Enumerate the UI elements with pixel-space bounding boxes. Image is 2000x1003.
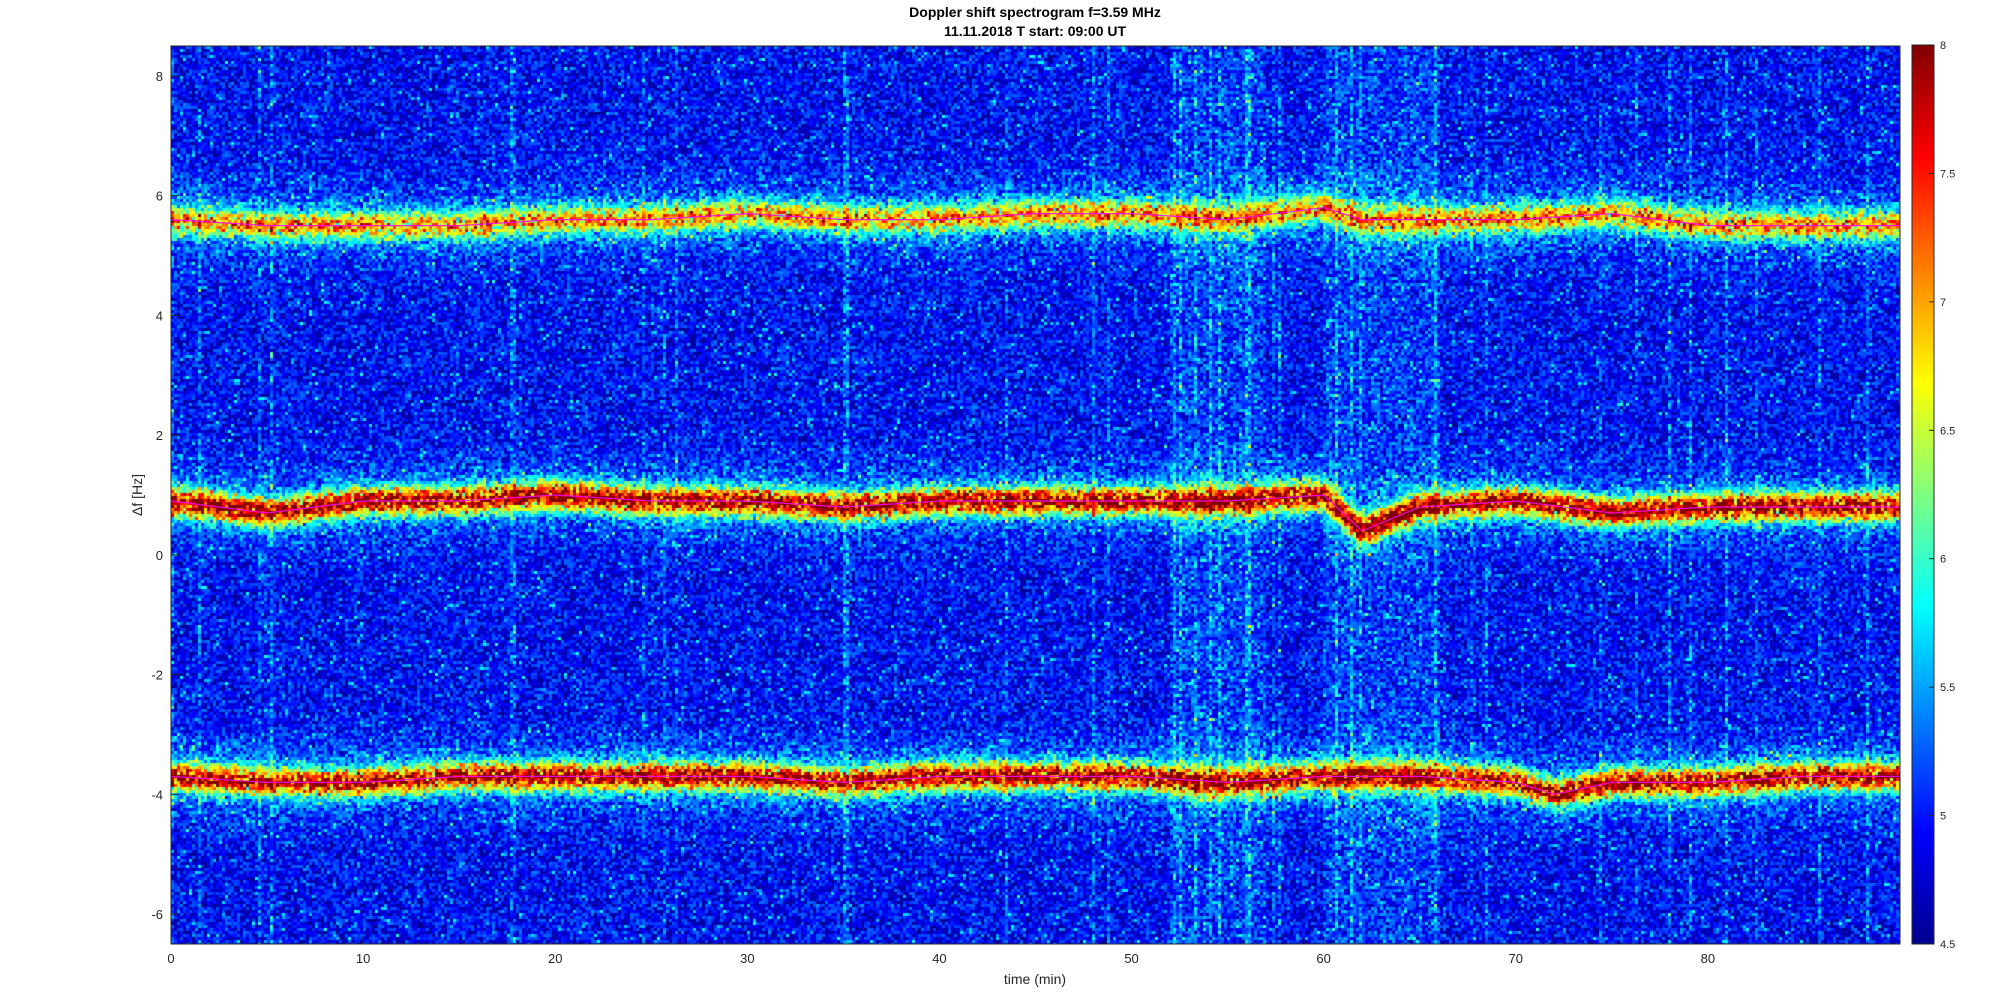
x-axis-label: time (min) [1004,971,1066,987]
figure: Doppler shift spectrogram f=3.59 MHz 11.… [0,0,2000,1003]
colorbar-tick-label: 6 [1940,554,1946,566]
x-tick-label: 0 [167,951,174,966]
colorbar-tick-label: 6.5 [1940,425,1955,437]
x-tick-label: 30 [740,951,754,966]
chart-title: Doppler shift spectrogram f=3.59 MHz [909,4,1161,20]
y-tick-label: -6 [151,907,163,922]
y-tick-label: -2 [151,668,163,683]
y-tick-label: -4 [151,787,163,802]
colorbar-ticks: 4.5 5 5.5 6 6.5 7 7.5 8 [1929,40,1955,951]
colorbar [1911,44,1935,945]
x-tick-label: 70 [1509,951,1523,966]
colorbar-tick-label: 4.5 [1940,939,1955,951]
chart-subtitle: 11.11.2018 T start: 09:00 UT [943,23,1127,39]
y-tick-label: 6 [156,189,163,204]
plot-area [171,46,1900,944]
x-tick-label: 10 [356,951,370,966]
y-tick-label: 0 [156,548,163,563]
colorbar-tick-label: 8 [1940,40,1946,52]
y-axis-label: Δf [Hz] [129,474,145,516]
y-tick-label: 8 [156,69,163,84]
x-tick-label: 60 [1316,951,1330,966]
x-tick-label: 40 [932,951,946,966]
x-tick-label: 20 [548,951,562,966]
colorbar-tick-label: 5 [1940,811,1946,823]
colorbar-tick-label: 7.5 [1940,168,1955,180]
x-tick-label: 50 [1124,951,1138,966]
x-tick-label: 80 [1701,951,1715,966]
y-tick-label: 4 [156,308,163,323]
spectrogram-heatmap [171,46,1900,944]
colorbar-tick-label: 5.5 [1940,682,1955,694]
colorbar-tick-label: 7 [1940,297,1946,309]
y-tick-label: 2 [156,428,163,443]
